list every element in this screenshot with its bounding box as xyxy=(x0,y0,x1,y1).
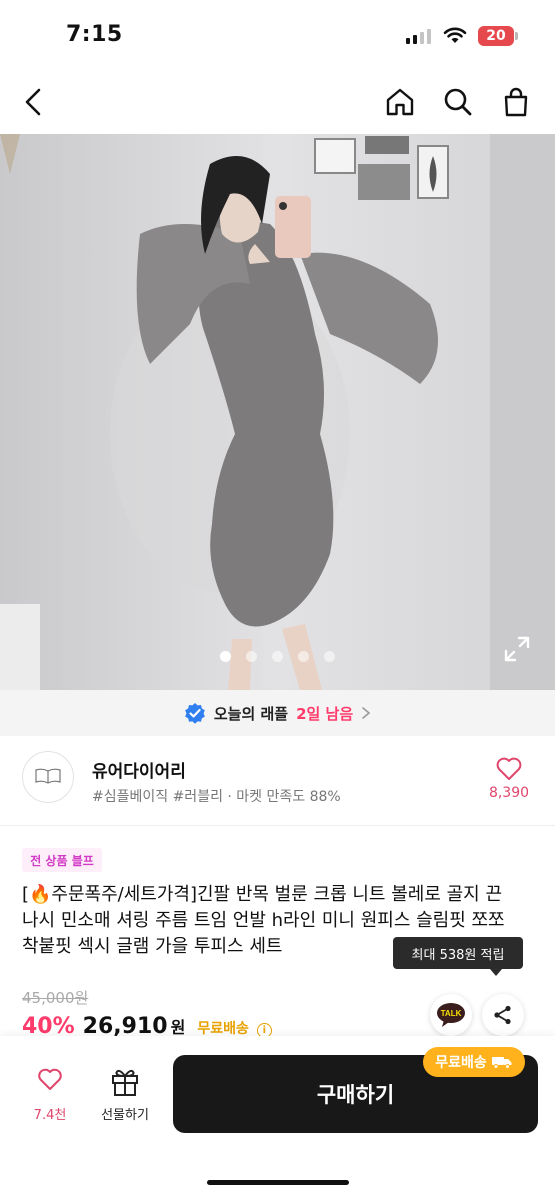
carousel-dot[interactable] xyxy=(246,651,257,662)
fullscreen-expand-icon[interactable] xyxy=(502,634,532,664)
raffle-remaining: 2일 남음 xyxy=(296,704,354,723)
book-logo-icon xyxy=(35,768,61,784)
carousel-dot[interactable] xyxy=(298,651,309,662)
product-like-button[interactable]: 7.4천 xyxy=(20,1036,80,1136)
gift-label: 선물하기 xyxy=(101,1108,149,1123)
raffle-label: 오늘의 래플 xyxy=(213,704,289,723)
chevron-left-icon xyxy=(25,88,41,116)
battery-level: 20 xyxy=(486,28,506,44)
search-button[interactable] xyxy=(438,82,478,122)
search-icon xyxy=(444,88,472,116)
talk-label: TALK xyxy=(441,1009,462,1018)
seller-tags: #심플베이직 #러블리 · 마켓 만족도 88% xyxy=(92,789,341,805)
share-icon xyxy=(494,1005,511,1025)
seller-logo[interactable] xyxy=(22,751,74,803)
seller-name[interactable]: 유어다이어리 xyxy=(92,757,186,782)
status-time: 7:15 xyxy=(66,22,123,47)
original-price: 45,000원 xyxy=(22,989,89,1007)
truck-icon xyxy=(491,1057,512,1069)
store-like-count: 8,390 xyxy=(488,785,530,801)
home-indicator xyxy=(207,1180,349,1185)
top-nav xyxy=(0,70,555,134)
carousel-dot[interactable] xyxy=(272,651,283,662)
product-like-count: 7.4천 xyxy=(33,1108,67,1123)
kakao-talk-button[interactable]: TALK xyxy=(430,994,472,1036)
cellular-signal-icon xyxy=(406,29,431,44)
status-bar: 7:15 20 xyxy=(0,0,555,70)
store-like-button[interactable]: 8,390 xyxy=(484,754,534,810)
carousel-dot-active[interactable] xyxy=(220,651,231,662)
raffle-banner[interactable]: 오늘의 래플 2일 남음 xyxy=(0,690,555,736)
currency-unit: 원 xyxy=(170,1018,186,1037)
product-image-carousel[interactable] xyxy=(0,134,555,690)
chevron-right-icon xyxy=(362,707,371,719)
wifi-icon xyxy=(443,27,467,43)
verified-badge-icon xyxy=(185,703,205,724)
back-button[interactable] xyxy=(14,82,54,122)
heart-icon xyxy=(496,757,522,780)
ship-badge-label: 무료배송 xyxy=(435,1055,487,1071)
talk-bubble-icon: TALK xyxy=(437,1003,465,1027)
battery-icon: 20 xyxy=(478,26,514,46)
seller-section[interactable]: 유어다이어리 #심플베이직 #러블리 · 마켓 만족도 88% 8,390 xyxy=(0,736,555,826)
home-button[interactable] xyxy=(380,82,420,122)
points-tooltip: 최대 538원 적립 xyxy=(393,937,523,976)
battery-tip xyxy=(515,32,518,40)
free-shipping-badge: 무료배송 xyxy=(423,1047,525,1077)
cart-button[interactable] xyxy=(496,82,536,122)
home-icon xyxy=(386,88,414,116)
promo-badge: 전 상품 블프 xyxy=(22,848,102,872)
carousel-dot[interactable] xyxy=(324,651,335,662)
share-button[interactable] xyxy=(482,994,524,1036)
product-photo xyxy=(0,134,555,690)
carousel-dots xyxy=(0,651,555,662)
gift-button[interactable]: 선물하기 xyxy=(95,1036,155,1136)
free-shipping-label: 무료배송 xyxy=(197,1021,249,1037)
shopping-bag-icon xyxy=(504,87,528,117)
